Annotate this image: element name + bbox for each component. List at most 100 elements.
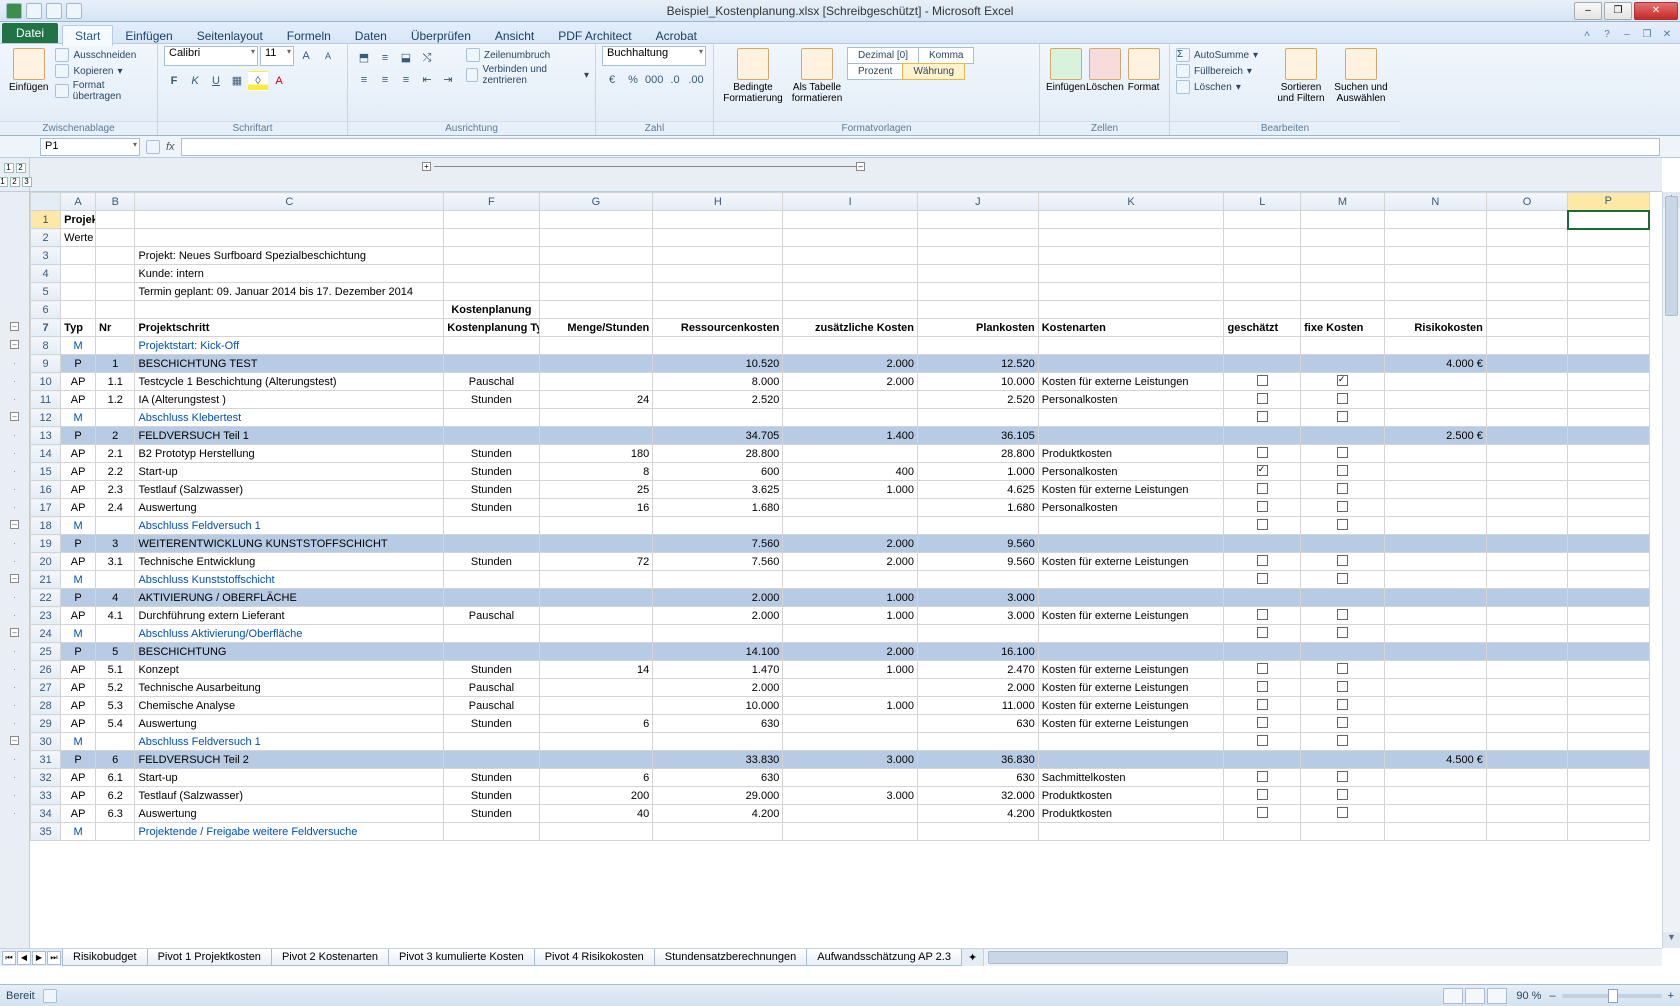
checkbox[interactable] bbox=[1257, 699, 1268, 710]
col-header-G[interactable]: G bbox=[539, 193, 653, 211]
col-header-I[interactable]: I bbox=[783, 193, 918, 211]
col-header-F[interactable]: F bbox=[444, 193, 539, 211]
align-top-icon[interactable]: ⬒ bbox=[354, 48, 374, 68]
decrease-font-icon[interactable]: A bbox=[318, 46, 338, 66]
row-header[interactable]: 12 bbox=[31, 409, 61, 427]
tab-nav-prev[interactable]: ◀ bbox=[17, 951, 31, 965]
checkbox[interactable] bbox=[1257, 447, 1268, 458]
bold-button[interactable]: F bbox=[164, 71, 184, 91]
tab-formeln[interactable]: Formeln bbox=[275, 26, 343, 46]
font-name-combo[interactable]: Calibri bbox=[164, 46, 258, 66]
row-outline-level-3[interactable]: 3 bbox=[22, 177, 32, 187]
align-bottom-icon[interactable]: ⬓ bbox=[396, 48, 416, 68]
style-waehrung[interactable]: Währung bbox=[902, 63, 965, 80]
col-outline-level-1[interactable]: 1 bbox=[4, 163, 14, 173]
font-color-button[interactable]: A bbox=[269, 71, 289, 91]
increase-decimal-icon[interactable]: .0 bbox=[665, 70, 685, 90]
col-header-O[interactable]: O bbox=[1486, 193, 1567, 211]
vscroll-thumb[interactable] bbox=[1665, 196, 1678, 316]
col-header-L[interactable]: L bbox=[1224, 193, 1301, 211]
sheet-tab[interactable]: Pivot 4 Risikokosten bbox=[534, 949, 655, 966]
new-sheet-icon[interactable]: ✦ bbox=[962, 951, 983, 964]
zoom-level[interactable]: 90 % bbox=[1516, 990, 1541, 1002]
checkbox[interactable] bbox=[1257, 519, 1268, 530]
row-header[interactable]: 27 bbox=[31, 679, 61, 697]
checkbox[interactable] bbox=[1257, 411, 1268, 422]
col-outline-collapse-button[interactable]: – bbox=[856, 162, 865, 171]
checkbox[interactable] bbox=[1257, 609, 1268, 620]
checkbox[interactable] bbox=[1337, 735, 1348, 746]
checkbox[interactable] bbox=[1337, 699, 1348, 710]
zoom-slider[interactable] bbox=[1562, 994, 1662, 998]
row-header[interactable]: 1 bbox=[31, 211, 61, 229]
fill-color-button[interactable]: ◊ bbox=[248, 71, 268, 91]
tab-nav-last[interactable]: ⏭ bbox=[47, 951, 61, 965]
zoom-in-button[interactable]: + bbox=[1668, 990, 1674, 1002]
row-header[interactable]: 28 bbox=[31, 697, 61, 715]
clear-button[interactable]: Löschen ▾ bbox=[1176, 80, 1272, 94]
row-header[interactable]: 34 bbox=[31, 805, 61, 823]
tab-seitenlayout[interactable]: Seitenlayout bbox=[185, 26, 275, 46]
outline-collapse-button[interactable]: – bbox=[10, 340, 19, 349]
col-header-K[interactable]: K bbox=[1038, 193, 1224, 211]
tab-nav-next[interactable]: ▶ bbox=[32, 951, 46, 965]
ribbon-help-icon[interactable]: ? bbox=[1600, 29, 1614, 43]
checkbox[interactable] bbox=[1337, 465, 1348, 476]
checkbox[interactable] bbox=[1257, 501, 1268, 512]
row-header[interactable]: 19 bbox=[31, 535, 61, 553]
checkbox[interactable] bbox=[1337, 807, 1348, 818]
formula-input[interactable] bbox=[181, 138, 1660, 156]
fill-button[interactable]: Füllbereich ▾ bbox=[1176, 64, 1272, 78]
tab-pdf architect[interactable]: PDF Architect bbox=[546, 26, 643, 46]
style-komma[interactable]: Komma bbox=[918, 47, 974, 64]
checkbox[interactable] bbox=[1257, 573, 1268, 584]
row-outline-level-2[interactable]: 2 bbox=[10, 177, 20, 187]
cut-button[interactable]: Ausschneiden bbox=[55, 48, 151, 62]
checkbox[interactable] bbox=[1337, 789, 1348, 800]
col-header-N[interactable]: N bbox=[1384, 193, 1486, 211]
row-header[interactable]: 17 bbox=[31, 499, 61, 517]
col-header-B[interactable]: B bbox=[96, 193, 135, 211]
merge-center-button[interactable]: Verbinden und zentrieren ▾ bbox=[466, 64, 589, 86]
fx-cancel-icon[interactable] bbox=[146, 140, 160, 154]
row-header[interactable]: 15 bbox=[31, 463, 61, 481]
increase-font-icon[interactable]: A bbox=[296, 46, 316, 66]
undo-icon[interactable] bbox=[46, 3, 62, 19]
checkbox[interactable] bbox=[1337, 771, 1348, 782]
checkbox[interactable] bbox=[1257, 465, 1268, 476]
tab-ansicht[interactable]: Ansicht bbox=[483, 26, 546, 46]
checkbox[interactable] bbox=[1337, 411, 1348, 422]
row-header[interactable]: 22 bbox=[31, 589, 61, 607]
checkbox[interactable] bbox=[1337, 375, 1348, 386]
sheet-tab[interactable]: Aufwandsschätzung AP 2.3 bbox=[806, 949, 962, 966]
row-header[interactable]: 30 bbox=[31, 733, 61, 751]
autosum-button[interactable]: ΣAutoSumme ▾ bbox=[1176, 48, 1272, 62]
checkbox[interactable] bbox=[1337, 717, 1348, 728]
number-format-combo[interactable]: Buchhaltung bbox=[602, 46, 706, 66]
normal-view-button[interactable] bbox=[1443, 988, 1463, 1004]
row-header[interactable]: 18 bbox=[31, 517, 61, 535]
sheet-tab[interactable]: Pivot 2 Kostenarten bbox=[271, 949, 389, 966]
align-middle-icon[interactable]: ≡ bbox=[375, 48, 395, 68]
align-right-icon[interactable]: ≡ bbox=[396, 70, 416, 90]
sheet-tab[interactable]: Pivot 3 kumulierte Kosten bbox=[388, 949, 535, 966]
checkbox[interactable] bbox=[1257, 789, 1268, 800]
save-icon[interactable] bbox=[26, 3, 42, 19]
outline-collapse-button[interactable]: – bbox=[10, 520, 19, 529]
row-header[interactable]: 10 bbox=[31, 373, 61, 391]
ribbon-minimize-icon[interactable]: ˄ bbox=[1580, 29, 1594, 43]
checkbox[interactable] bbox=[1257, 627, 1268, 638]
checkbox[interactable] bbox=[1257, 807, 1268, 818]
checkbox[interactable] bbox=[1257, 735, 1268, 746]
row-header[interactable]: 9 bbox=[31, 355, 61, 373]
close-button[interactable]: ✕ bbox=[1634, 2, 1678, 20]
row-header[interactable]: 2 bbox=[31, 229, 61, 247]
workbook-restore-icon[interactable]: ❐ bbox=[1640, 29, 1654, 43]
row-header[interactable]: 31 bbox=[31, 751, 61, 769]
select-all-corner[interactable] bbox=[31, 193, 61, 211]
checkbox[interactable] bbox=[1257, 375, 1268, 386]
row-header[interactable]: 26 bbox=[31, 661, 61, 679]
worksheet-grid[interactable]: ABCFGHIJKLMNOP 1Projektstrukturplan2Wert… bbox=[30, 192, 1650, 841]
col-header-C[interactable]: C bbox=[135, 193, 444, 211]
checkbox[interactable] bbox=[1337, 573, 1348, 584]
